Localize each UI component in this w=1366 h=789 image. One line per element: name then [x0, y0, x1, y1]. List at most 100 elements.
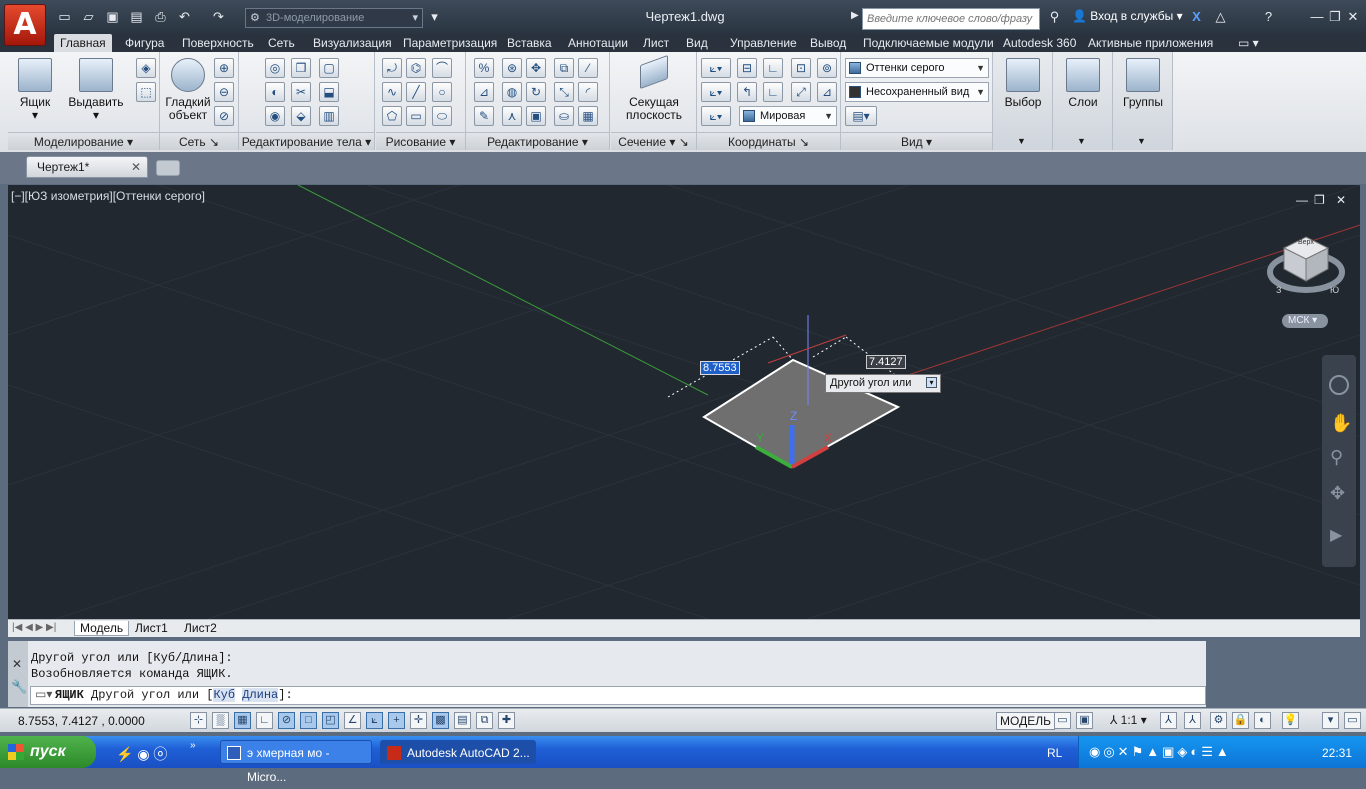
arc-icon[interactable]: ⌒: [432, 58, 452, 78]
lock-icon[interactable]: 🔒: [1232, 712, 1249, 729]
document-tab[interactable]: Чертеж1* ✕: [26, 156, 148, 178]
panel-solid-edit-label[interactable]: Редактирование тела ▾: [239, 132, 374, 150]
polygon-icon[interactable]: ⬠: [382, 106, 402, 126]
quick-view-drawings-icon[interactable]: ▣: [1076, 712, 1093, 729]
close-command-icon[interactable]: ✕: [12, 657, 22, 671]
annotation-visibility-icon[interactable]: ⅄: [1160, 712, 1177, 729]
quicklaunch-more-icon[interactable]: »: [190, 740, 196, 751]
steering-wheel-icon[interactable]: [1329, 375, 1349, 395]
smooth-more-icon[interactable]: ⊕: [214, 58, 234, 78]
workspace-switching-icon[interactable]: ⚙: [1210, 712, 1227, 729]
union-icon[interactable]: ◎: [265, 58, 285, 78]
section-plane-button[interactable]: Секущая плоскость: [617, 54, 691, 122]
dyn-input-icon[interactable]: +: [388, 712, 405, 729]
line-icon[interactable]: ╱: [406, 82, 426, 102]
smooth-object-button[interactable]: Гладкий объект: [162, 58, 214, 122]
ucs-named-icon[interactable]: ⊡: [791, 58, 811, 78]
ribbon-toggle-icon[interactable]: ▭ ▾: [1232, 34, 1265, 52]
slice-icon[interactable]: ⬙: [291, 106, 311, 126]
viewport-close-icon[interactable]: ✕: [1336, 193, 1346, 207]
quicklaunch-icons[interactable]: ⚡ ◉ ⓞ: [116, 744, 167, 764]
layout-nav-arrows[interactable]: |◀ ◀ ▶ ▶|: [12, 622, 56, 633]
taskbar-autocad[interactable]: Autodesk AutoCAD 2...: [380, 740, 536, 764]
dash-line-icon[interactable]: ⁄: [578, 58, 598, 78]
ucs-3point-icon[interactable]: ⊿: [817, 82, 837, 102]
pan-icon[interactable]: ✋: [1330, 413, 1352, 434]
object-snap-icon[interactable]: □: [300, 712, 317, 729]
polysolid-icon[interactable]: ◈: [136, 58, 156, 78]
visual-style-select[interactable]: Оттенки серого ▼: [845, 58, 989, 78]
autodesk-360-icon[interactable]: △: [1212, 9, 1229, 25]
refine-mesh-icon[interactable]: ⊘: [214, 106, 234, 126]
tab-layout[interactable]: Лист: [637, 34, 675, 52]
tab-output[interactable]: Вывод: [804, 34, 852, 52]
open-icon[interactable]: ▱: [80, 9, 97, 25]
ucs-x-icon[interactable]: ∟: [763, 58, 783, 78]
infer-constraints-icon[interactable]: ⊹: [190, 712, 207, 729]
workspace-select[interactable]: ⚙ 3D-моделирование ▾: [245, 8, 423, 28]
start-button[interactable]: пуск: [0, 736, 96, 768]
close-icon[interactable]: ✕: [1344, 8, 1362, 26]
ucs-select[interactable]: Мировая ▼: [739, 106, 837, 126]
customize-wrench-icon[interactable]: 🔧: [11, 679, 27, 695]
panel-mesh-label[interactable]: Сеть ↘: [160, 132, 238, 150]
extrude-faces-icon[interactable]: ⬓: [319, 82, 339, 102]
annotation-monitor-icon[interactable]: ✚: [498, 712, 515, 729]
panel-modify-label[interactable]: Редактирование ▾: [466, 132, 609, 150]
intersect-icon[interactable]: ◉: [265, 106, 285, 126]
status-menu-icon[interactable]: ▾: [1322, 712, 1339, 729]
smooth-less-icon[interactable]: ⊖: [214, 82, 234, 102]
ucs-z-icon[interactable]: ⤢: [791, 82, 811, 102]
layers-expand-icon[interactable]: ▼: [1077, 136, 1086, 146]
panel-coordinates-label[interactable]: Координаты ↘: [697, 132, 840, 150]
selection-button[interactable]: Выбор: [997, 58, 1049, 109]
panel-section-label[interactable]: Сечение ▾ ↘: [611, 132, 696, 150]
ucs-y-icon[interactable]: ∟: [763, 82, 783, 102]
tab-home[interactable]: Главная: [54, 34, 112, 52]
tab-mesh[interactable]: Сеть: [262, 34, 301, 52]
groups-button[interactable]: Группы: [1117, 58, 1169, 109]
qat-customize-icon[interactable]: ▾: [426, 9, 443, 25]
rotate-icon[interactable]: ↻: [526, 82, 546, 102]
presspull-icon[interactable]: ⬚: [136, 82, 156, 102]
showmotion-icon[interactable]: ▶: [1330, 525, 1342, 545]
groups-expand-icon[interactable]: ▼: [1137, 136, 1146, 146]
layers-button[interactable]: Слои: [1057, 58, 1109, 109]
tab-parametric[interactable]: Параметризация: [397, 34, 503, 52]
command-window-grip[interactable]: ✕ 🔧: [8, 641, 28, 707]
named-view-select[interactable]: Несохраненный вид ▼: [845, 82, 989, 102]
ucs-world-icon[interactable]: ⊚: [817, 58, 837, 78]
exchange-icon[interactable]: X: [1188, 9, 1205, 25]
box-button[interactable]: Ящик ▾: [12, 58, 58, 122]
ucs-previous-icon[interactable]: ↰: [737, 82, 757, 102]
drawing-viewport[interactable]: [−][ЮЗ изометрия][Оттенки серого] — ❐ ✕ …: [8, 185, 1360, 619]
zoom-icon[interactable]: ⚲: [1330, 447, 1343, 468]
3d-move-icon[interactable]: ✥: [526, 58, 546, 78]
offset-icon[interactable]: ▣: [526, 106, 546, 126]
tab-insert[interactable]: Вставка: [501, 34, 558, 52]
ellipse-icon[interactable]: ⬭: [432, 106, 452, 126]
viewport-restore-icon[interactable]: ❐: [1314, 193, 1325, 207]
tab-view[interactable]: Вид: [680, 34, 714, 52]
3d-mirror-icon[interactable]: ⊿: [474, 82, 494, 102]
tab-manage[interactable]: Управление: [724, 34, 803, 52]
quick-view-layouts-icon[interactable]: ▭: [1054, 712, 1071, 729]
ucs-view-icon[interactable]: ⊟: [737, 58, 757, 78]
tab-featured-apps[interactable]: Активные приложения: [1082, 34, 1219, 52]
new-icon[interactable]: ▭: [56, 9, 73, 25]
isolate-objects-icon[interactable]: 💡: [1282, 712, 1299, 729]
tab-layout2[interactable]: Лист2: [179, 621, 222, 636]
tab-plugins[interactable]: Подключаемые модули: [857, 34, 1000, 52]
orbit-icon[interactable]: ✥: [1330, 483, 1345, 504]
application-menu-button[interactable]: A: [4, 4, 46, 46]
restore-icon[interactable]: ❐: [1326, 8, 1344, 26]
align-icon[interactable]: ⛀: [554, 106, 574, 126]
3d-polyline-icon[interactable]: ⌬: [406, 58, 426, 78]
binoculars-icon[interactable]: ⚲: [1046, 9, 1063, 25]
search-input[interactable]: [862, 8, 1040, 30]
fillet-icon[interactable]: ◜: [578, 82, 598, 102]
quick-properties-icon[interactable]: ▤: [454, 712, 471, 729]
polar-tracking-icon[interactable]: ⊘: [278, 712, 295, 729]
ucs-face-icon[interactable]: ⟀▾: [701, 106, 731, 126]
tab-autodesk-360[interactable]: Autodesk 360: [997, 34, 1082, 52]
